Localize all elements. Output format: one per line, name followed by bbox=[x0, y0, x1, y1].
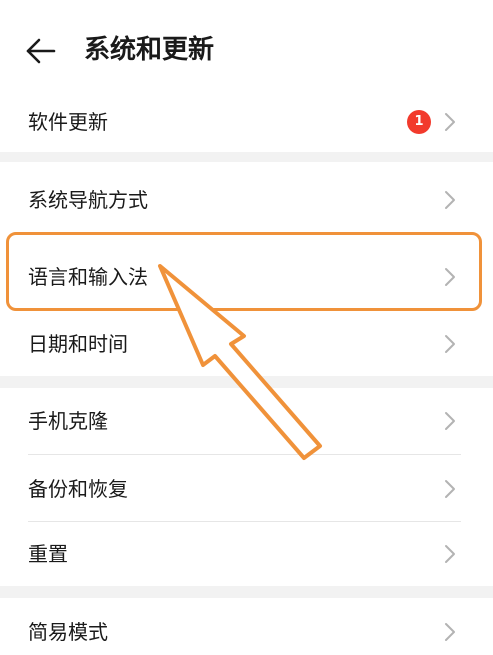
chevron-right-icon bbox=[445, 623, 455, 641]
settings-item-software-update[interactable]: 软件更新 1 bbox=[0, 96, 493, 152]
settings-item-label: 重置 bbox=[28, 542, 68, 566]
settings-item-navigation-mode[interactable]: 系统导航方式 bbox=[0, 162, 493, 238]
section-gap bbox=[0, 586, 493, 598]
settings-item-label: 手机克隆 bbox=[28, 409, 108, 433]
chevron-right-icon bbox=[445, 113, 455, 131]
settings-item-label: 备份和恢复 bbox=[28, 477, 128, 501]
settings-item-label: 简易模式 bbox=[28, 620, 108, 644]
header-bar: 系统和更新 bbox=[0, 0, 493, 96]
settings-item-phone-clone[interactable]: 手机克隆 bbox=[0, 388, 493, 454]
settings-item-label: 日期和时间 bbox=[28, 332, 128, 356]
chevron-right-icon bbox=[445, 191, 455, 209]
settings-item-reset[interactable]: 重置 bbox=[0, 522, 493, 586]
page-title: 系统和更新 bbox=[84, 35, 215, 65]
chevron-right-icon bbox=[445, 545, 455, 563]
chevron-right-icon bbox=[445, 480, 455, 498]
settings-item-date-time[interactable]: 日期和时间 bbox=[0, 312, 493, 376]
settings-page: 系统和更新 软件更新 1 系统导航方式 语言和输入法 日期和时间 手机克隆 备份… bbox=[0, 0, 493, 655]
arrow-left-icon bbox=[26, 38, 56, 64]
section-gap bbox=[0, 376, 493, 388]
update-count-badge: 1 bbox=[407, 110, 431, 134]
settings-item-language-input[interactable]: 语言和输入法 bbox=[0, 238, 493, 312]
chevron-right-icon bbox=[445, 268, 455, 286]
settings-item-label: 软件更新 bbox=[28, 110, 108, 134]
settings-item-simple-mode[interactable]: 简易模式 bbox=[0, 598, 493, 655]
back-button[interactable] bbox=[22, 33, 62, 69]
chevron-right-icon bbox=[445, 335, 455, 353]
settings-item-label: 语言和输入法 bbox=[28, 265, 148, 289]
settings-item-label: 系统导航方式 bbox=[28, 188, 148, 212]
section-gap bbox=[0, 152, 493, 162]
settings-item-backup-restore[interactable]: 备份和恢复 bbox=[0, 455, 493, 521]
chevron-right-icon bbox=[445, 412, 455, 430]
